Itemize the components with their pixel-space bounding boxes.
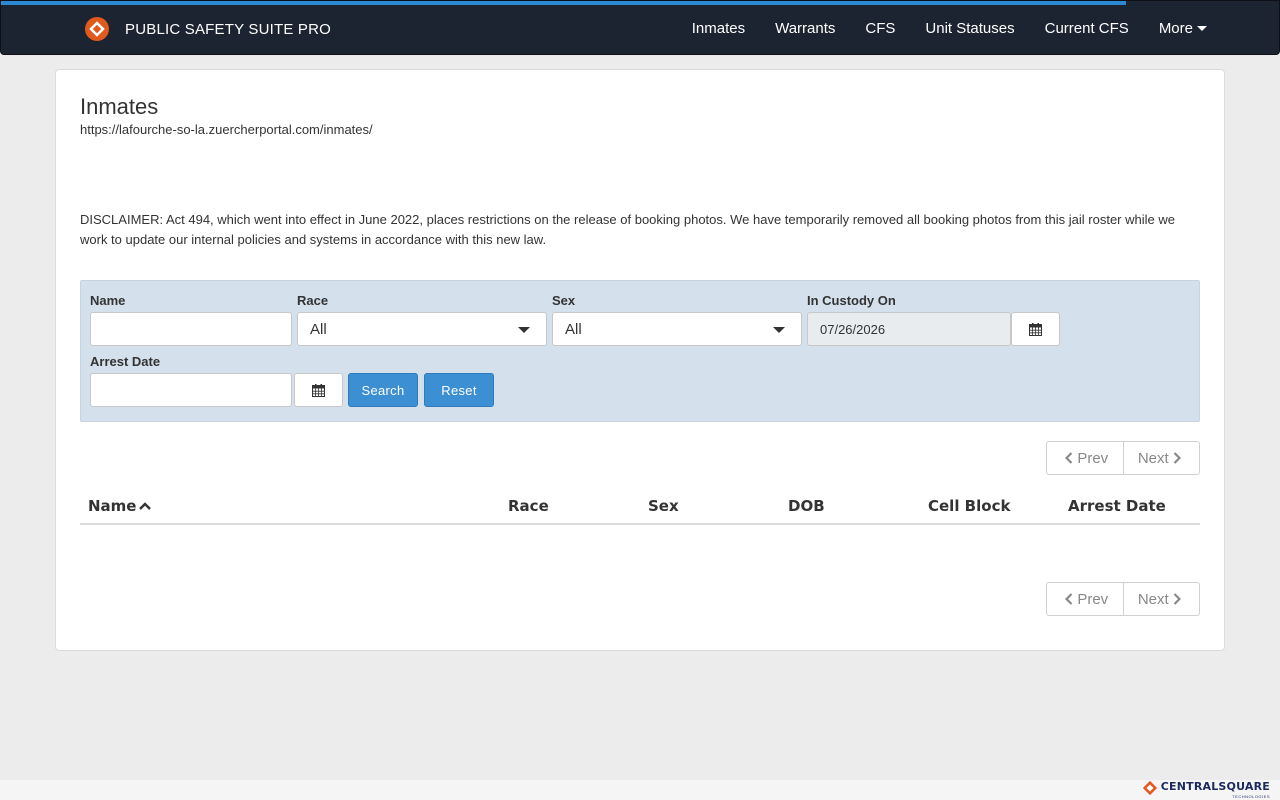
caret-down-icon xyxy=(1197,26,1207,31)
prev-label: Prev xyxy=(1077,449,1109,467)
arrest-date-label: Arrest Date xyxy=(90,354,161,369)
calendar-icon xyxy=(312,383,325,397)
brand[interactable]: PUBLIC SAFETY SUITE PRO xyxy=(84,15,331,43)
footer-logo-text-block: CENTRALSQUARE TECHNOLOGIES xyxy=(1161,780,1270,799)
custody-calendar-button[interactable] xyxy=(1011,312,1060,346)
next-button[interactable]: Next xyxy=(1122,583,1200,615)
calendar-icon xyxy=(1029,322,1042,336)
brand-title: PUBLIC SAFETY SUITE PRO xyxy=(125,20,332,38)
race-select-value: All xyxy=(310,320,327,338)
chevron-down-icon xyxy=(773,327,785,333)
chevron-down-icon xyxy=(518,327,530,333)
column-header-arrest-date[interactable]: Arrest Date xyxy=(1068,497,1166,515)
nav-current-cfs[interactable]: Current CFS xyxy=(1045,20,1129,37)
arrest-date-input[interactable] xyxy=(90,373,292,407)
custody-date-input[interactable]: 07/26/2026 xyxy=(807,312,1011,346)
next-label: Next xyxy=(1137,590,1169,608)
column-header-race[interactable]: Race xyxy=(508,497,549,515)
nav-more-dropdown[interactable]: More xyxy=(1159,20,1207,37)
filter-panel: Name Race All Sex All In Custody On 07/2… xyxy=(80,280,1200,422)
nav-inmates[interactable]: Inmates xyxy=(692,20,745,37)
app-logo-icon xyxy=(85,17,109,41)
page-title: Inmates xyxy=(80,94,159,119)
nav-warrants[interactable]: Warrants xyxy=(775,20,835,37)
chevron-left-icon xyxy=(1065,452,1073,464)
footer-logo-subtext: TECHNOLOGIES xyxy=(1232,794,1270,799)
column-header-cell-block[interactable]: Cell Block xyxy=(928,497,1010,515)
pager-bottom: Prev Next xyxy=(1046,582,1200,616)
sex-select[interactable]: All xyxy=(552,312,802,346)
reset-button[interactable]: Reset xyxy=(424,373,494,407)
disclaimer-text: DISCLAIMER: Act 494, which went into eff… xyxy=(80,212,1175,247)
chevron-right-icon xyxy=(1173,452,1181,464)
race-label: Race xyxy=(297,293,329,308)
column-header-name[interactable]: Name xyxy=(88,497,152,515)
page-url: https://lafourche-so-la.zuercherportal.c… xyxy=(80,122,373,137)
next-label: Next xyxy=(1137,449,1169,467)
custody-label: In Custody On xyxy=(807,293,896,308)
nav-cfs[interactable]: CFS xyxy=(865,20,895,37)
chevron-right-icon xyxy=(1173,593,1181,605)
column-header-name-label: Name xyxy=(88,497,137,515)
inmates-table-header: Name Race Sex DOB Cell Block Arrest Date xyxy=(80,494,1200,525)
main-card: Inmates https://lafourche-so-la.zuercher… xyxy=(55,69,1225,651)
arrest-calendar-button[interactable] xyxy=(294,373,343,407)
race-select[interactable]: All xyxy=(297,312,547,346)
name-input[interactable] xyxy=(90,312,292,346)
column-header-dob[interactable]: DOB xyxy=(788,497,825,515)
nav-unit-statuses[interactable]: Unit Statuses xyxy=(925,20,1014,37)
footer: CENTRALSQUARE TECHNOLOGIES xyxy=(0,780,1280,800)
nav-more-label: More xyxy=(1158,20,1193,37)
footer-logo-text: CENTRALSQUARE xyxy=(1160,780,1270,793)
centralsquare-logo-icon xyxy=(1142,780,1157,796)
prev-label: Prev xyxy=(1077,590,1109,608)
search-button[interactable]: Search xyxy=(348,373,418,407)
prev-button[interactable]: Prev xyxy=(1047,442,1123,474)
sort-ascending-icon xyxy=(139,502,152,510)
centralsquare-logo[interactable]: CENTRALSQUARE TECHNOLOGIES xyxy=(1142,780,1270,800)
nav-menu: Inmates Warrants CFS Unit Statuses Curre… xyxy=(662,1,1207,56)
sex-label: Sex xyxy=(552,293,576,308)
pager-top: Prev Next xyxy=(1046,441,1200,475)
sex-select-value: All xyxy=(565,320,582,338)
column-header-sex[interactable]: Sex xyxy=(648,497,679,515)
top-navbar: PUBLIC SAFETY SUITE PRO Inmates Warrants… xyxy=(0,0,1280,55)
name-label: Name xyxy=(90,293,126,308)
chevron-left-icon xyxy=(1065,593,1073,605)
prev-button[interactable]: Prev xyxy=(1047,583,1123,615)
next-button[interactable]: Next xyxy=(1122,442,1200,474)
